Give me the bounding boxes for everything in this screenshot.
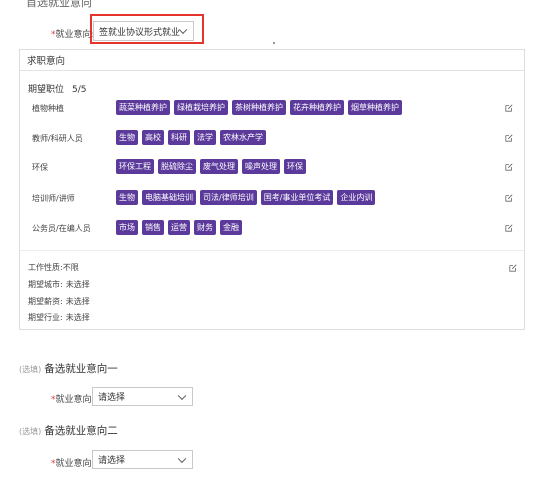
position-tag: 金融	[220, 220, 242, 235]
alt1-select-value: 请选择	[98, 393, 126, 403]
salary-row: 期望薪资: 未选择	[28, 296, 90, 307]
work-nature-label: 工作性质:	[28, 263, 63, 272]
position-tag: 花卉种植养护	[290, 100, 344, 115]
positions-label: 期望职位	[28, 85, 65, 95]
city-label: 期望城市:	[28, 280, 63, 289]
alt2-select-value: 请选择	[98, 456, 126, 466]
tag-list: 市场 销售 运营 财务 金融	[116, 220, 242, 235]
position-tag: 司法/律师培训	[200, 190, 257, 205]
chevron-down-icon	[177, 391, 187, 400]
position-tag: 生物	[116, 190, 138, 205]
position-tag: 高校	[142, 130, 164, 145]
industry-row: 期望行业: 未选择	[28, 312, 90, 323]
primary-intention-label: *就业意向:	[51, 27, 95, 40]
position-tag: 茶树种植养护	[232, 100, 286, 115]
position-tag: 废气处理	[200, 159, 238, 174]
category-name: 公务员/在编人员	[32, 224, 91, 233]
card-title: 求职意向	[20, 50, 524, 71]
decor-dot	[273, 42, 275, 44]
work-nature-row: 工作性质:不限	[28, 262, 79, 273]
position-tag: 销售	[142, 220, 164, 235]
edit-icon[interactable]	[505, 163, 513, 171]
tag-list: 生物 高校 科研 法学 农林水产学	[116, 130, 266, 145]
category-row: 教师/科研人员 生物 高校 科研 法学 农林水产学	[20, 128, 524, 148]
alt1-intention-select[interactable]: 请选择	[92, 387, 193, 406]
edit-icon[interactable]	[509, 264, 517, 272]
alt2-intention-select[interactable]: 请选择	[92, 450, 193, 469]
optional-tag: (选填)	[19, 365, 42, 374]
position-tag: 蔬菜种植养护	[116, 100, 170, 115]
salary-value: 未选择	[65, 297, 90, 306]
position-tag: 财务	[194, 220, 216, 235]
optional-tag: (选填)	[19, 427, 42, 436]
city-value: 未选择	[65, 280, 90, 289]
alt2-section-title: (选填) 备选就业意向二	[19, 423, 118, 438]
alt1-label-text: 就业意向:	[55, 395, 95, 405]
category-name: 环保	[32, 163, 48, 172]
category-row: 培训师/讲师 生物 电脑基础培训 司法/律师培训 国考/事业单位考试 企业内训	[20, 188, 524, 208]
edit-icon[interactable]	[505, 134, 513, 142]
position-tag: 电脑基础培训	[142, 190, 196, 205]
positions-header: 期望职位 5/5	[28, 82, 87, 95]
alt1-section-title: (选填) 备选就业意向一	[19, 361, 118, 376]
category-name: 植物种植	[32, 104, 64, 113]
alt1-intention-label: *就业意向:	[51, 392, 95, 405]
tag-list: 蔬菜种植养护 绿植栽培养护 茶树种植养护 花卉种植养护 烟草种植养护	[116, 100, 402, 115]
position-tag: 科研	[168, 130, 190, 145]
position-tag: 市场	[116, 220, 138, 235]
tag-list: 环保工程 脱硫除尘 废气处理 噪声处理 环保	[116, 159, 306, 174]
position-tag: 运营	[168, 220, 190, 235]
alt2-title: 备选就业意向二	[44, 425, 118, 437]
position-tag: 绿植栽培养护	[174, 100, 228, 115]
industry-label: 期望行业:	[28, 313, 63, 322]
category-name: 教师/科研人员	[32, 134, 83, 143]
primary-intention-label-text: 就业意向:	[55, 30, 95, 40]
position-tag: 环保	[284, 159, 306, 174]
edit-icon[interactable]	[505, 104, 513, 112]
position-tag: 脱硫除尘	[158, 159, 196, 174]
work-nature-value: 不限	[62, 263, 79, 272]
category-name: 培训师/讲师	[32, 194, 75, 203]
position-tag: 烟草种植养护	[348, 100, 402, 115]
position-tag: 企业内训	[337, 190, 376, 205]
chevron-down-icon	[177, 454, 187, 463]
card-divider	[20, 250, 524, 251]
category-row: 公务员/在编人员 市场 销售 运营 财务 金融	[20, 218, 524, 238]
alt1-title: 备选就业意向一	[44, 363, 118, 375]
position-tag: 法学	[194, 130, 216, 145]
job-intention-card: 求职意向 期望职位 5/5 植物种植 蔬菜种植养护 绿植栽培养护 茶树种植养护 花卉种植养…	[19, 49, 525, 330]
tag-list: 生物 电脑基础培训 司法/律师培训 国考/事业单位考试 企业内训	[116, 190, 376, 205]
position-tag: 生物	[116, 130, 138, 145]
primary-section-title: 首选就业意向	[26, 0, 92, 9]
position-tag: 环保工程	[116, 159, 154, 174]
category-row: 植物种植 蔬菜种植养护 绿植栽培养护 茶树种植养护 花卉种植养护 烟草种植养护	[20, 98, 524, 118]
industry-value: 未选择	[65, 313, 90, 322]
city-row: 期望城市: 未选择	[28, 279, 90, 290]
alt2-label-text: 就业意向:	[55, 459, 95, 469]
position-tag: 农林水产学	[220, 130, 266, 145]
edit-icon[interactable]	[505, 194, 513, 202]
position-tag: 噪声处理	[242, 159, 280, 174]
alt2-intention-label: *就业意向:	[51, 456, 95, 469]
highlight-frame	[90, 14, 204, 44]
category-row: 环保 环保工程 脱硫除尘 废气处理 噪声处理 环保	[20, 157, 524, 177]
position-tag: 国考/事业单位考试	[260, 190, 334, 205]
salary-label: 期望薪资:	[28, 297, 63, 306]
positions-count: 5/5	[72, 85, 87, 95]
edit-icon[interactable]	[505, 224, 513, 232]
